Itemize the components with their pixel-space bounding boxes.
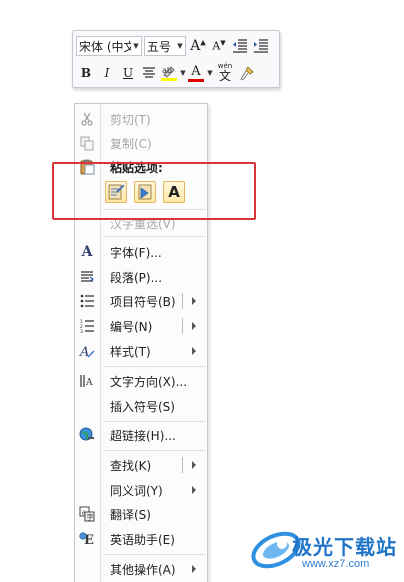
submenu-arrow-icon[interactable] <box>192 322 196 330</box>
format-painter-icon <box>240 66 254 81</box>
split-divider <box>182 457 183 473</box>
font-color-glyph: A <box>191 63 201 79</box>
grow-font-glyph: A <box>190 38 201 54</box>
svg-text:A: A <box>85 378 93 388</box>
mini-toolbar: 宋体 (中文 ▼ 五号 ▼ A▲ A▼ B I U ab ▼ A ▼ wén 文 <box>72 30 280 88</box>
shrink-font-icon: A▼ <box>212 39 226 53</box>
menu-item-hyperlink[interactable]: 超链接(H)... <box>75 424 207 446</box>
menu-item-label: 文字方向(X)... <box>110 374 188 389</box>
menu-item-text-direction[interactable]: A 文字方向(X)... <box>75 370 207 392</box>
english-assistant-icon: E <box>79 531 95 547</box>
menu-item-label: 超链接(H)... <box>110 428 176 443</box>
split-divider <box>182 293 183 309</box>
chevron-down-icon[interactable]: ▼ <box>175 42 185 50</box>
menu-item-english-assistant[interactable]: E 英语助手(E) <box>75 528 207 550</box>
chevron-down-icon[interactable]: ▼ <box>179 69 187 77</box>
paragraph-icon <box>79 269 95 285</box>
svg-text:3: 3 <box>80 329 83 333</box>
translate-icon: a 字 <box>79 506 95 522</box>
menu-item-translate[interactable]: a 字 翻译(S) <box>75 503 207 525</box>
menu-separator <box>105 554 205 555</box>
font-size-combo[interactable]: 五号 ▼ <box>144 36 186 56</box>
phonetic-guide-button[interactable]: wén 文 <box>214 63 236 83</box>
menu-item-label: 同义词(Y) <box>110 483 163 498</box>
split-divider <box>182 318 183 334</box>
grow-font-icon: A▲ <box>190 38 206 54</box>
submenu-arrow-icon[interactable] <box>192 565 196 573</box>
mini-toolbar-row-1: 宋体 (中文 ▼ 五号 ▼ A▲ A▼ <box>76 34 272 58</box>
bold-button[interactable]: B <box>76 63 96 83</box>
menu-item-font[interactable]: A 字体(F)... <box>75 241 207 263</box>
menu-item-label: 插入符号(S) <box>110 399 175 414</box>
menu-item-copy[interactable]: 复制(C) <box>75 132 207 154</box>
styles-icon: A <box>79 343 95 359</box>
svg-text:A: A <box>79 345 89 359</box>
menu-item-paragraph[interactable]: 段落(P)... <box>75 266 207 288</box>
highlighter-icon: ab <box>161 66 177 81</box>
submenu-arrow-icon[interactable] <box>192 347 196 355</box>
bullets-icon <box>79 293 95 309</box>
menu-item-label: 查找(K) <box>110 458 152 473</box>
text-direction-icon: A <box>79 373 95 389</box>
menu-item-bullets[interactable]: 项目符号(B) <box>75 290 207 312</box>
phonetic-char-text: 文 <box>218 69 231 83</box>
menu-item-numbering[interactable]: 1 2 3 编号(N) <box>75 315 207 337</box>
font-color-swatch <box>188 78 204 82</box>
menu-item-label: 段落(P)... <box>110 270 163 285</box>
shrink-font-button[interactable]: A▼ <box>209 36 229 56</box>
menu-item-styles[interactable]: A 样式(T) <box>75 340 207 362</box>
menu-item-cut[interactable]: 剪切(T) <box>75 108 207 130</box>
highlight-annotation-box <box>52 162 256 220</box>
menu-separator <box>105 236 205 237</box>
menu-item-insert-symbol[interactable]: 插入符号(S) <box>75 395 207 417</box>
menu-item-synonyms[interactable]: 同义词(Y) <box>75 479 207 501</box>
menu-item-label: 其他操作(A) <box>110 562 176 577</box>
hyperlink-icon <box>79 427 95 443</box>
svg-text:字: 字 <box>87 513 94 522</box>
submenu-arrow-icon[interactable] <box>192 297 196 305</box>
increase-indent-button[interactable] <box>251 36 271 56</box>
menu-item-label: 复制(C) <box>110 136 152 151</box>
menu-item-label: 编号(N) <box>110 319 153 334</box>
highlight-button[interactable]: ab <box>160 63 178 83</box>
center-align-icon <box>143 67 155 78</box>
center-align-button[interactable] <box>139 63 159 83</box>
menu-item-label: 字体(F)... <box>110 245 162 260</box>
menu-item-find[interactable]: 查找(K) <box>75 454 207 476</box>
submenu-arrow-icon[interactable] <box>192 461 196 469</box>
format-painter-button[interactable] <box>237 63 257 83</box>
menu-item-other-actions[interactable]: 其他操作(A) <box>75 558 207 580</box>
menu-separator <box>105 421 205 422</box>
chevron-down-icon[interactable]: ▼ <box>131 42 141 50</box>
watermark-url: www.xz7.com <box>302 558 370 570</box>
font-icon: A <box>81 244 93 260</box>
submenu-arrow-icon[interactable] <box>192 486 196 494</box>
menu-item-label: 样式(T) <box>110 344 151 359</box>
font-color-button[interactable]: A <box>187 63 205 83</box>
scissors-icon <box>79 111 95 127</box>
menu-item-label: 翻译(S) <box>110 507 151 522</box>
font-name-combo[interactable]: 宋体 (中文 ▼ <box>76 36 142 56</box>
svg-text:ab: ab <box>162 66 172 75</box>
italic-button[interactable]: I <box>97 63 117 83</box>
chevron-down-icon[interactable]: ▼ <box>206 69 214 77</box>
watermark-text: 极光下载站 <box>292 535 397 559</box>
decrease-indent-icon <box>233 39 247 53</box>
menu-item-label: 项目符号(B) <box>110 294 176 309</box>
menu-item-label: 剪切(T) <box>110 112 151 127</box>
menu-separator <box>105 366 205 367</box>
grow-font-button[interactable]: A▲ <box>188 36 208 56</box>
font-name-value: 宋体 (中文 <box>79 39 131 54</box>
decrease-indent-button[interactable] <box>230 36 250 56</box>
mini-toolbar-row-2: B I U ab ▼ A ▼ wén 文 <box>76 61 258 85</box>
menu-item-label: 英语助手(E) <box>110 532 175 547</box>
increase-indent-icon <box>254 39 268 53</box>
font-size-value: 五号 <box>147 39 172 54</box>
underline-button[interactable]: U <box>118 63 138 83</box>
menu-separator <box>105 450 205 451</box>
copy-icon <box>79 135 95 151</box>
numbering-icon: 1 2 3 <box>79 318 95 334</box>
